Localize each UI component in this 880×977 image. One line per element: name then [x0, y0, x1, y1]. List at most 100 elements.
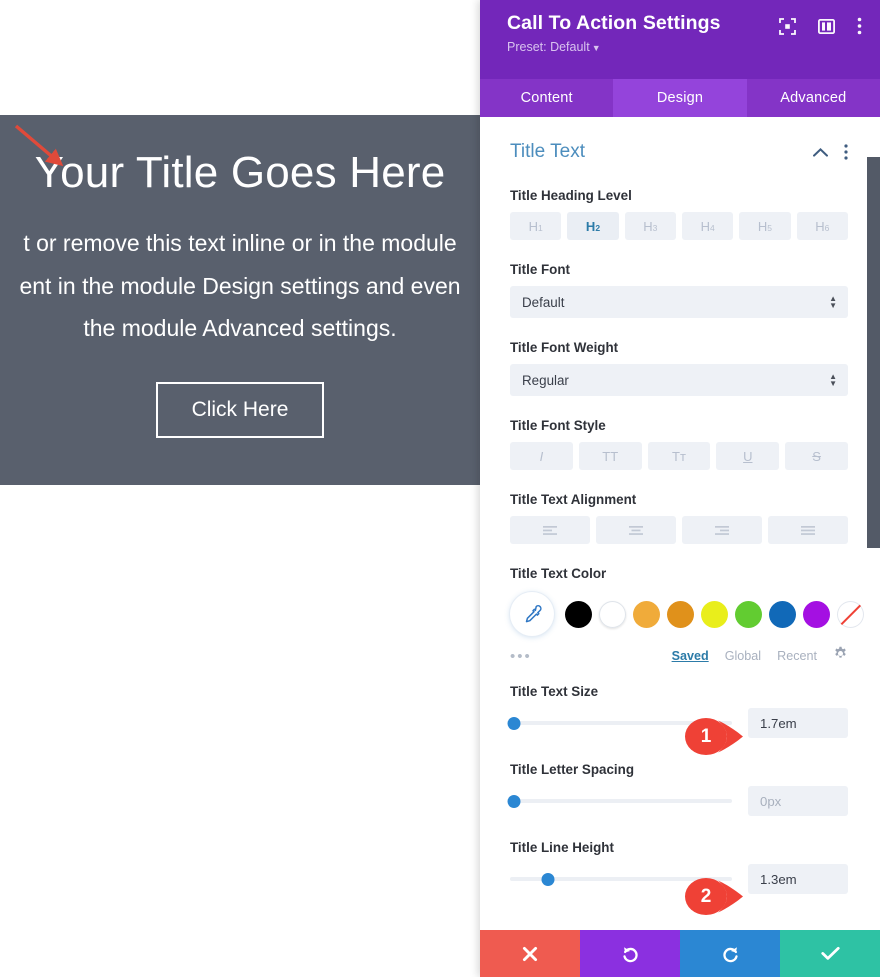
heading-level-h5-button[interactable]: H5 [739, 212, 791, 240]
title-text-size-input[interactable]: 1.7em [748, 708, 848, 738]
h4-subscript: 4 [709, 223, 715, 233]
undo-button[interactable] [580, 930, 680, 977]
font-style-button-group: I TT Tᴛ U S [510, 442, 848, 470]
label-title-font-style: Title Font Style [510, 418, 606, 433]
chevron-down-icon: ▼ [591, 43, 601, 53]
section-more-vertical-icon[interactable] [844, 144, 848, 160]
color-swatch-row [510, 592, 864, 636]
swatch-yellow[interactable] [701, 600, 728, 628]
chevron-up-icon[interactable] [813, 147, 828, 157]
label-title-text-color: Title Text Color [510, 566, 607, 581]
align-center-button[interactable] [596, 516, 676, 544]
h2-subscript: 2 [595, 223, 601, 233]
title-line-height-input[interactable]: 1.3em [748, 864, 848, 894]
title-letter-spacing-slider[interactable] [507, 791, 732, 811]
align-left-icon [543, 526, 557, 535]
call-to-action-module-preview[interactable]: Your Title Goes Here t or remove this te… [0, 115, 480, 485]
layout-panel-icon[interactable] [818, 18, 835, 34]
align-right-icon [715, 526, 729, 535]
cancel-button[interactable] [480, 930, 580, 977]
title-letter-spacing-slider-row: 0px [507, 786, 848, 816]
slider-knob[interactable] [507, 717, 521, 730]
heading-level-h3-button[interactable]: H3 [624, 212, 676, 240]
align-justify-button[interactable] [768, 516, 848, 544]
palette-tab-saved[interactable]: Saved [672, 649, 709, 663]
preset-selector[interactable]: Preset: Default ▼ [507, 40, 858, 54]
panel-header: Call To Action Settings Preset: Default ▼ [480, 0, 880, 79]
cta-body-line-1: t or remove this text inline or in the m… [23, 230, 457, 256]
undo-icon [622, 947, 638, 963]
check-icon [820, 946, 840, 960]
panel-scrollbar[interactable] [867, 157, 880, 548]
uppercase-icon: TT [602, 448, 619, 464]
swatch-black[interactable] [565, 600, 592, 628]
title-font-select[interactable]: Default [510, 286, 848, 318]
small-caps-button[interactable]: Tᴛ [647, 442, 711, 470]
slider-knob[interactable] [507, 795, 521, 808]
tab-advanced[interactable]: Advanced [747, 79, 880, 117]
field-title-font-weight: Title Font Weight Regular ▲ ▼ [510, 340, 848, 396]
palette-tab-recent[interactable]: Recent [777, 649, 817, 663]
italic-button[interactable]: I [510, 442, 573, 470]
slider-knob[interactable] [541, 873, 555, 886]
palette-tab-global[interactable]: Global [725, 649, 761, 663]
page-preview-canvas: Your Title Goes Here t or remove this te… [0, 0, 480, 977]
heading-level-h1-button[interactable]: H1 [510, 212, 562, 240]
gear-icon[interactable] [833, 646, 848, 666]
title-text-size-slider[interactable] [507, 713, 732, 733]
section-title: Title Text [510, 141, 585, 162]
more-colors-icon[interactable]: ••• [510, 648, 656, 665]
align-right-button[interactable] [682, 516, 762, 544]
title-letter-spacing-input[interactable]: 0px [748, 786, 848, 816]
section-header-title-text: Title Text [510, 141, 848, 163]
redo-button[interactable] [680, 930, 780, 977]
color-palette-meta: ••• Saved Global Recent [510, 646, 848, 666]
field-title-heading-level: Title Heading Level H1 H2 H3 H4 H5 H6 [510, 188, 848, 240]
cta-body-text[interactable]: t or remove this text inline or in the m… [0, 222, 480, 350]
slider-track [510, 721, 732, 725]
swatch-green[interactable] [735, 600, 762, 628]
settings-scroll-area: Title Text Title Heading Level H1 H 2 H … [480, 117, 880, 920]
tab-content[interactable]: Content [480, 79, 613, 117]
heading-level-button-group: H1 H2 H3 H4 H5 H6 [510, 212, 848, 240]
h3-subscript: 3 [652, 223, 658, 233]
swatch-white[interactable] [599, 600, 626, 628]
swatch-blue[interactable] [769, 600, 796, 628]
swatch-amber[interactable] [633, 600, 660, 628]
uppercase-button[interactable]: TT [578, 442, 642, 470]
cta-title[interactable]: Your Title Goes Here [0, 145, 480, 200]
title-line-height-slider-row: 1.3em [510, 864, 848, 894]
heading-level-h6-button[interactable]: H6 [796, 212, 848, 240]
tab-design[interactable]: Design [613, 79, 747, 117]
title-line-height-slider[interactable] [510, 869, 732, 889]
close-icon [522, 946, 538, 961]
slider-track [510, 799, 732, 803]
underline-button[interactable]: U [716, 442, 780, 470]
align-left-button[interactable] [510, 516, 590, 544]
module-settings-panel: Call To Action Settings Preset: Default ▼ [480, 0, 880, 977]
small-caps-icon: Tᴛ [672, 448, 686, 464]
heading-level-h4-button[interactable]: H4 [681, 212, 734, 240]
cta-button-wrap: Click Here [0, 350, 480, 438]
more-vertical-icon[interactable] [857, 17, 862, 35]
cta-body-line-2: ent in the module Design settings and ev… [19, 272, 461, 299]
save-button[interactable] [780, 930, 880, 977]
strikethrough-button[interactable]: S [785, 442, 848, 470]
panel-header-actions [779, 17, 862, 35]
panel-footer-actions [480, 930, 880, 977]
heading-level-h2-button[interactable]: H2 [567, 212, 619, 240]
label-title-heading-level: Title Heading Level [510, 188, 632, 203]
label-title-letter-spacing: Title Letter Spacing [510, 762, 635, 777]
title-font-weight-select[interactable]: Regular [510, 364, 848, 396]
swatch-magenta[interactable] [803, 600, 830, 628]
swatch-transparent[interactable] [837, 600, 864, 628]
field-title-font-style: Title Font Style I TT Tᴛ U S [510, 418, 848, 470]
title-font-weight-select-wrap: Regular ▲ ▼ [510, 364, 848, 396]
italic-icon: I [539, 448, 544, 464]
fullscreen-icon[interactable] [779, 17, 796, 35]
swatch-dark-orange[interactable] [667, 600, 694, 628]
cta-content: Your Title Goes Here t or remove this te… [0, 115, 480, 485]
cta-click-here-button[interactable]: Click Here [155, 381, 325, 438]
eyedropper-button[interactable] [510, 592, 554, 636]
align-center-icon [629, 526, 643, 535]
